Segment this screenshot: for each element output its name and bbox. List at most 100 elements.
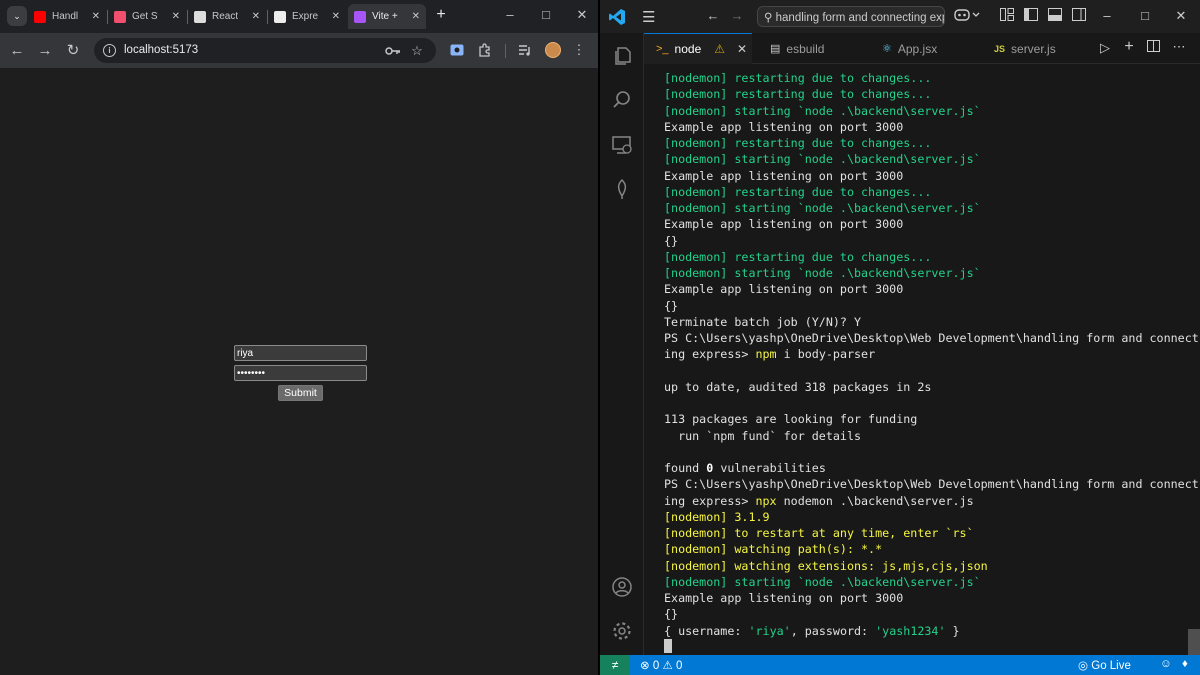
react-icon: ⚛ — [882, 43, 892, 55]
more-actions-icon[interactable]: ⋯ — [1170, 39, 1188, 55]
notifications-bell-icon[interactable]: ♦ — [1182, 658, 1188, 670]
profile-avatar[interactable] — [544, 41, 562, 59]
terminal-text: Example app listening on port 3000 — [664, 168, 904, 183]
browser-tab[interactable]: React ✕ — [188, 4, 266, 29]
browser-tab[interactable]: Handli ✕ — [28, 4, 106, 29]
copilot-status-icon[interactable]: ☺ — [1160, 658, 1172, 670]
back-button[interactable]: ← — [8, 41, 26, 59]
toggle-secondary-sidebar-icon[interactable] — [1070, 8, 1088, 24]
menu-hamburger-icon[interactable]: ☰ — [642, 8, 655, 26]
split-editor-icon[interactable] — [1144, 40, 1162, 55]
tab-server-js[interactable]: JS server.js — [976, 33, 1076, 64]
tab-esbuild[interactable]: ▤ esbuild — [752, 33, 864, 64]
problems-indicator[interactable]: ⊗ 0 ⚠ 0 — [640, 658, 682, 672]
search-icon[interactable] — [610, 88, 634, 112]
bookmark-star-icon[interactable]: ☆ — [408, 42, 426, 60]
close-window-button[interactable]: ✕ — [1172, 8, 1190, 24]
terminal-line: 113 packages are looking for funding — [664, 411, 1199, 427]
maximize-button[interactable]: □ — [1136, 8, 1154, 23]
terminal-text: 113 packages are looking for funding — [664, 412, 918, 427]
tab-title: Vite + — [372, 11, 398, 22]
browser-tab[interactable]: Vite + ✕ — [348, 4, 426, 29]
terminal-panel[interactable]: [nodemon] restarting due to changes... [n… — [644, 64, 1200, 655]
tab-search-button[interactable]: ⌄ — [7, 6, 27, 26]
close-tab-icon[interactable]: ✕ — [332, 11, 340, 22]
site-info-icon[interactable]: i — [103, 44, 116, 57]
browser-toolbar: ← → ↻ i localhost:5173 ☆ ⋮ — [0, 33, 598, 68]
terminal-text: [nodemon] restarting due to changes... — [664, 136, 932, 150]
run-icon[interactable]: ▷ — [1096, 40, 1114, 56]
terminal-text: [nodemon] restarting due to changes... — [664, 71, 932, 85]
terminal-text: [nodemon] restarting due to changes... — [664, 184, 932, 199]
terminal-text: [nodemon] starting `node .\backend\serve… — [664, 574, 981, 589]
go-live-button[interactable]: ◎ Go Live — [1078, 658, 1131, 672]
vscode-titlebar: ☰ ← → ⚲ handling form and connecting exp… — [600, 0, 1200, 33]
terminal-scrollbar[interactable] — [1188, 629, 1200, 655]
close-tab-icon[interactable]: ✕ — [172, 11, 180, 22]
submit-button[interactable]: Submit — [278, 385, 323, 401]
copilot-icon[interactable] — [952, 8, 982, 25]
browser-tab[interactable]: Expre ✕ — [268, 4, 346, 29]
error-count: 0 — [652, 660, 660, 672]
forward-button[interactable]: → — [36, 41, 54, 59]
mongodb-leaf-icon[interactable] — [610, 177, 634, 201]
password-key-icon[interactable] — [384, 42, 402, 60]
remote-indicator-icon[interactable]: ≠ — [600, 655, 630, 675]
terminal-text: found — [664, 461, 707, 475]
address-bar[interactable]: i localhost:5173 ☆ — [94, 38, 436, 63]
password-input[interactable] — [234, 365, 367, 381]
toggle-sidebar-icon[interactable] — [1022, 8, 1040, 24]
terminal-text: {} — [664, 607, 679, 622]
media-controls-icon[interactable] — [516, 41, 534, 59]
reload-button[interactable]: ↻ — [64, 41, 82, 59]
layout-customize-icon[interactable] — [998, 8, 1016, 24]
close-tab-icon[interactable]: ✕ — [737, 42, 747, 56]
error-icon: ⊗ — [640, 660, 650, 672]
terminal-line: up to date, audited 318 packages in 2s — [664, 379, 1199, 395]
terminal-line: Example app listening on port 3000 — [664, 119, 1199, 135]
terminal-text: [nodemon] starting `node .\backend\serve… — [664, 201, 981, 215]
command-center[interactable]: ⚲ handling form and connecting expre — [757, 6, 945, 27]
status-bar: ≠ ⊗ 0 ⚠ 0 ◎ Go Live ☺ ♦ — [600, 655, 1200, 675]
nav-forward-icon[interactable]: → — [728, 8, 746, 23]
terminal-text: [nodemon] to restart at any time, enter … — [664, 526, 974, 540]
terminal-text: PS C:\Users\yashp\OneDrive\Desktop\Web D… — [664, 331, 1199, 345]
terminal-text: 'riya' — [748, 623, 791, 638]
close-tab-icon[interactable]: ✕ — [412, 11, 420, 22]
terminal-line: Terminate batch job (Y/N)? Y — [664, 314, 1199, 330]
minimize-button[interactable]: – — [1098, 8, 1116, 23]
explorer-icon[interactable] — [610, 44, 634, 68]
terminal-text: [nodemon] watching extensions: js,mjs,cj… — [664, 558, 988, 573]
close-tab-icon[interactable]: ✕ — [252, 11, 260, 22]
page-icon — [114, 10, 126, 23]
terminal-text: up to date, audited 318 packages in 2s — [664, 379, 932, 394]
browser-menu-icon[interactable]: ⋮ — [570, 41, 588, 59]
remote-explorer-icon[interactable] — [610, 133, 634, 157]
tab-app-jsx[interactable]: ⚛ App.jsx — [864, 33, 976, 64]
accounts-icon[interactable] — [610, 575, 634, 599]
terminal-text: { username: — [664, 623, 749, 638]
terminal-text: [nodemon] watching path(s): *.* — [664, 542, 883, 557]
terminal-text: npm — [755, 347, 777, 362]
minimize-button[interactable]: – — [500, 7, 520, 22]
browser-tab[interactable]: Get St ✕ — [108, 4, 186, 29]
toggle-panel-icon[interactable] — [1046, 8, 1064, 24]
close-window-button[interactable]: ✕ — [572, 7, 592, 23]
terminal-line: PS C:\Users\yashp\OneDrive\Desktop\Web D… — [664, 476, 1199, 492]
terminal-text: {} — [664, 298, 679, 313]
new-tab-button[interactable]: + — [432, 6, 450, 24]
broadcast-icon: ◎ — [1078, 660, 1089, 672]
extension-screencast-icon[interactable] — [448, 41, 466, 59]
username-input[interactable] — [234, 345, 367, 361]
nav-back-icon[interactable]: ← — [704, 8, 722, 23]
close-tab-icon[interactable]: ✕ — [92, 11, 100, 22]
terminal-line: Example app listening on port 3000 — [664, 281, 1199, 297]
terminal-text: [nodemon] restarting due to changes... — [664, 249, 932, 264]
settings-gear-icon[interactable] — [610, 619, 634, 643]
extensions-puzzle-icon[interactable] — [476, 41, 494, 59]
tab-label: esbuild — [786, 41, 825, 56]
maximize-button[interactable]: □ — [536, 7, 556, 22]
tab-node[interactable]: >_ node ⚠ ✕ — [644, 33, 752, 64]
new-terminal-icon[interactable]: + — [1120, 38, 1138, 56]
terminal-line: [nodemon] starting `node .\backend\serve… — [664, 103, 1199, 119]
